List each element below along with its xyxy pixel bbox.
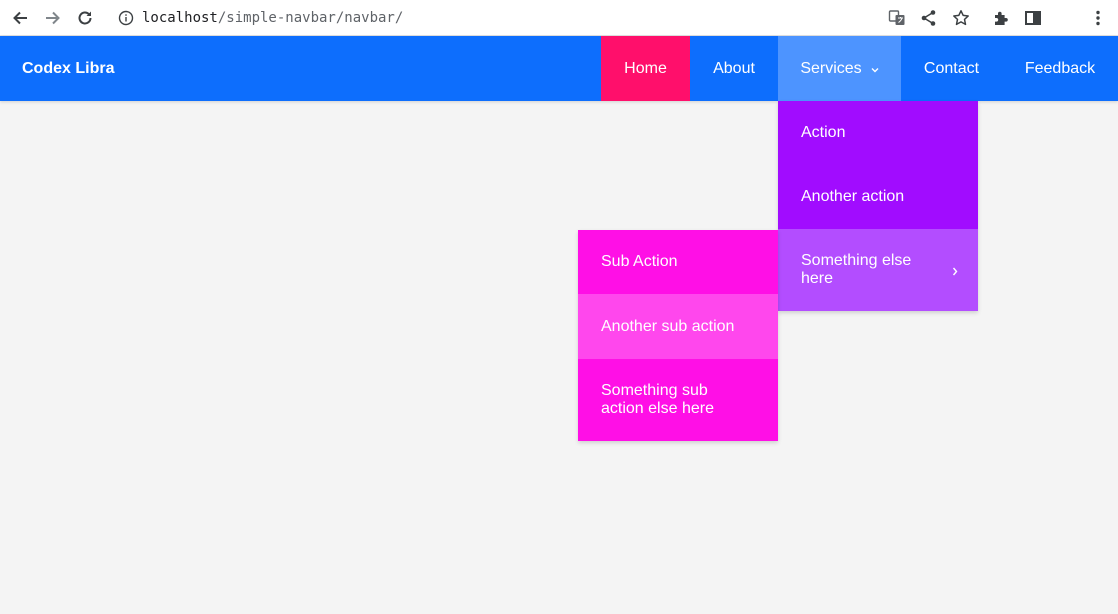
- dropdown-item-label: Another action: [801, 188, 905, 205]
- nav-item-label: Services: [800, 59, 862, 77]
- submenu-item-another-sub-action[interactable]: Another sub action: [578, 294, 778, 359]
- brand-logo[interactable]: Codex Libra: [22, 60, 114, 78]
- dropdown-item-another-action[interactable]: Another action: [778, 165, 978, 229]
- reload-icon[interactable]: [73, 6, 97, 30]
- submenu-item-label: Another sub action: [601, 317, 735, 335]
- chevron-down-icon: [871, 60, 879, 78]
- sub-dropdown: Sub Action Another sub action Something …: [578, 230, 778, 441]
- nav-item-feedback[interactable]: Feedback: [1002, 36, 1118, 101]
- browser-toolbar: localhost/simple-navbar/navbar/: [0, 0, 1118, 36]
- navbar: Codex Libra Home About Services Contact …: [0, 36, 1118, 101]
- submenu-item-label: Sub Action: [601, 253, 678, 270]
- services-dropdown: Action Another action Something else her…: [778, 101, 978, 311]
- submenu-item-something-sub-action[interactable]: Something sub action else here: [578, 359, 778, 441]
- nav-item-about[interactable]: About: [690, 36, 778, 101]
- share-icon[interactable]: [917, 6, 941, 30]
- nav-item-label: Feedback: [1024, 59, 1096, 77]
- nav-item-home[interactable]: Home: [601, 36, 690, 101]
- dropdown-item-label: Something else here: [801, 252, 912, 287]
- forward-icon[interactable]: [41, 6, 65, 30]
- nav-item-label: Contact: [923, 59, 980, 77]
- submenu-item-label: Something sub action else here: [601, 382, 714, 417]
- dropdown-item-something-else[interactable]: Something else here: [778, 229, 978, 311]
- translate-icon[interactable]: [885, 6, 909, 30]
- nav-item-services[interactable]: Services: [778, 36, 901, 101]
- menu-icon[interactable]: [1086, 6, 1110, 30]
- nav-item-contact[interactable]: Contact: [901, 36, 1002, 101]
- side-panel-icon[interactable]: [1021, 6, 1045, 30]
- dropdown-item-label: Action: [801, 124, 846, 141]
- address-bar[interactable]: localhost/simple-navbar/navbar/: [108, 4, 878, 32]
- nav-item-label: Home: [624, 59, 667, 77]
- nav-item-label: About: [713, 59, 755, 77]
- info-icon[interactable]: [118, 10, 134, 26]
- extensions-icon[interactable]: [989, 6, 1013, 30]
- back-icon[interactable]: [8, 6, 32, 30]
- submenu-item-sub-action[interactable]: Sub Action: [578, 230, 778, 294]
- star-icon[interactable]: [949, 6, 973, 30]
- chevron-right-icon: [952, 263, 958, 281]
- dropdown-item-action[interactable]: Action: [778, 101, 978, 165]
- url-text: localhost/simple-navbar/navbar/: [142, 10, 404, 26]
